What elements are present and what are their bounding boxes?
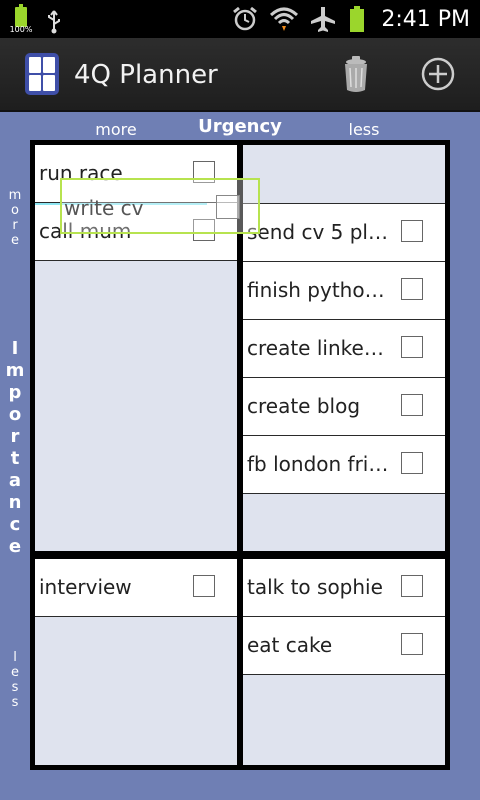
empty-slot <box>243 145 445 204</box>
trash-icon <box>345 56 367 92</box>
task-label: finish python course <box>247 278 392 302</box>
task-label: send cv 5 places <box>247 220 392 244</box>
task-label: create linked in profile <box>247 336 392 360</box>
app-logo-icon <box>25 53 59 95</box>
task-label: talk to sophie <box>247 575 383 599</box>
wifi-icon <box>270 7 299 31</box>
dragged-task[interactable]: write cv <box>60 178 260 234</box>
task-label: create blog <box>247 394 361 418</box>
task-checkbox[interactable] <box>401 336 423 358</box>
task-label: interview <box>39 575 132 599</box>
importance-more-label: m o r e <box>8 188 22 248</box>
task-item[interactable]: create blog <box>243 378 445 436</box>
quadrant-urgent-less-important[interactable]: interview <box>35 559 237 765</box>
task-checkbox[interactable] <box>401 394 423 416</box>
urgency-less-label: less <box>348 120 380 139</box>
task-item[interactable]: create linked in profile <box>243 320 445 378</box>
dragged-task-label: write cv <box>64 196 144 220</box>
task-item[interactable]: talk to sophie <box>243 559 445 617</box>
task-checkbox[interactable] <box>401 278 423 300</box>
dragged-task-checkbox <box>216 195 240 219</box>
task-item[interactable]: eat cake <box>243 617 445 675</box>
task-item[interactable]: interview <box>35 559 237 617</box>
task-label: fb london friends <box>247 452 392 476</box>
action-bar: 4Q Planner <box>0 38 480 112</box>
status-bar: 100% 2:41 PM <box>0 0 480 38</box>
urgency-more-label: more <box>95 120 137 139</box>
delete-button[interactable] <box>336 52 376 96</box>
app-title: 4Q Planner <box>74 60 218 90</box>
task-checkbox[interactable] <box>401 220 423 242</box>
task-checkbox[interactable] <box>401 452 423 474</box>
urgency-axis-title: Urgency <box>198 116 282 137</box>
battery-icon: 100% <box>10 4 32 34</box>
add-task-button[interactable] <box>418 52 458 96</box>
add-icon <box>421 57 455 91</box>
alarm-icon <box>233 6 258 31</box>
task-checkbox[interactable] <box>193 575 215 597</box>
task-label: eat cake <box>247 633 333 657</box>
task-checkbox[interactable] <box>401 575 423 597</box>
battery-percent: 100% <box>9 25 33 34</box>
quadrant-less-urgent-important[interactable]: send cv 5 places finish python course cr… <box>243 145 445 551</box>
battery-icon <box>350 6 365 32</box>
importance-axis-title: I m p o r t a n c e <box>5 338 25 557</box>
task-checkbox[interactable] <box>401 633 423 655</box>
task-item[interactable]: send cv 5 places <box>243 204 445 262</box>
importance-less-label: l e s s <box>11 650 19 710</box>
task-item[interactable]: finish python course <box>243 262 445 320</box>
quadrant-less-urgent-less-important[interactable]: talk to sophie eat cake <box>243 559 445 765</box>
airplane-mode-icon <box>311 7 336 32</box>
task-item[interactable]: fb london friends <box>243 436 445 494</box>
usb-icon <box>48 10 60 34</box>
clock: 2:41 PM <box>381 6 470 32</box>
